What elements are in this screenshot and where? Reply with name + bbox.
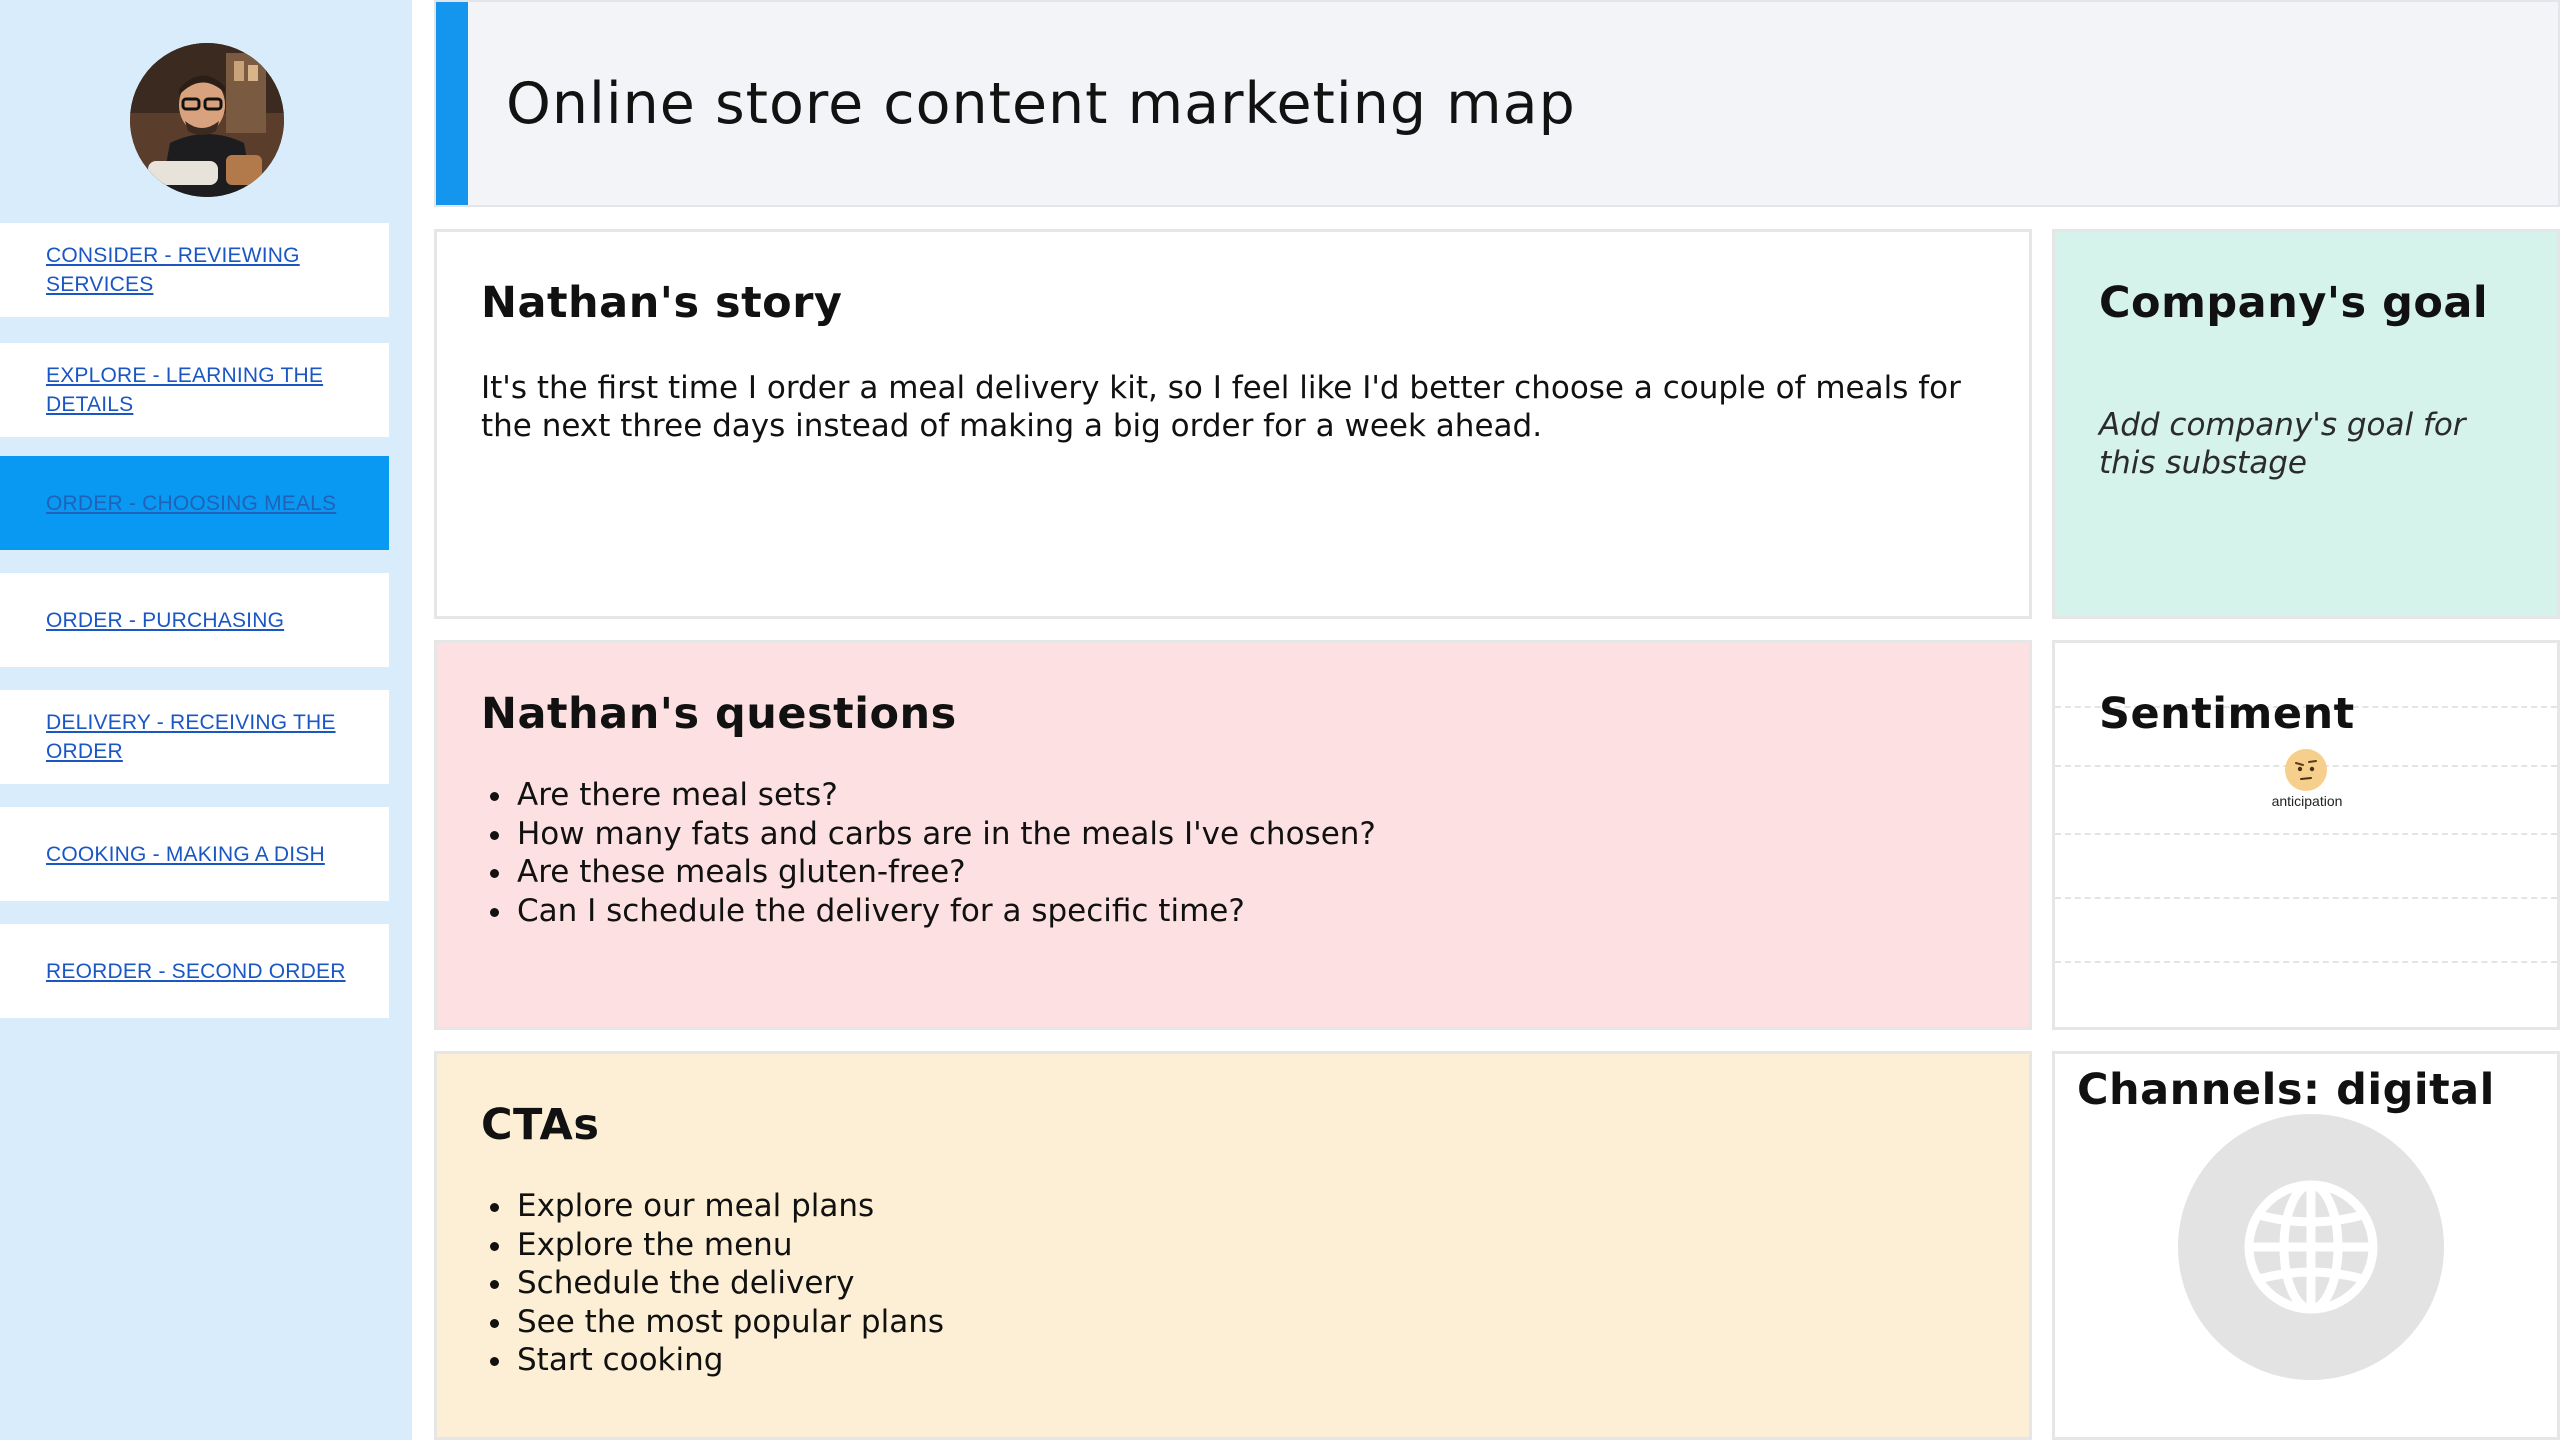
sidebar-item-delivery[interactable]: DELIVERY - RECEIVING THE ORDER [0,690,389,784]
list-item[interactable]: Schedule the delivery [515,1264,944,1303]
sentiment-label: anticipation [2271,793,2343,809]
ctas-title: CTAs [481,1100,600,1150]
list-item[interactable]: Explore our meal plans [515,1187,944,1226]
globe-icon[interactable] [2178,1114,2444,1380]
sidebar: CONSIDER - REVIEWING SERVICES EXPLORE - … [0,0,412,1440]
questions-list: Are there meal sets? How many fats and c… [481,776,1376,930]
sentiment-grid-line [2055,897,2557,899]
sidebar-item-explore[interactable]: EXPLORE - LEARNING THE DETAILS [0,343,389,437]
anticipation-face-icon[interactable] [2285,749,2327,791]
list-item[interactable]: See the most popular plans [515,1303,944,1342]
company-goal-card: Company's goal Add company's goal for th… [2052,229,2560,619]
goal-title: Company's goal [2099,278,2489,328]
list-item[interactable]: Start cooking [515,1341,944,1380]
list-item[interactable]: How many fats and carbs are in the meals… [515,815,1376,854]
story-text[interactable]: It's the first time I order a meal deliv… [481,369,2001,445]
story-card: Nathan's story It's the first time I ord… [434,229,2032,619]
list-item[interactable]: Are these meals gluten-free? [515,853,1376,892]
channels-card: Channels: digital [2052,1051,2560,1440]
list-item[interactable]: Explore the menu [515,1226,944,1265]
sidebar-item-cooking[interactable]: COOKING - MAKING A DISH [0,807,389,901]
questions-card: Nathan's questions Are there meal sets? … [434,640,2032,1030]
sentiment-title: Sentiment [2099,689,2355,739]
sidebar-item-order-purchasing[interactable]: ORDER - PURCHASING [0,573,389,667]
list-item[interactable]: Are there meal sets? [515,776,1376,815]
ctas-list: Explore our meal plans Explore the menu … [481,1187,944,1380]
ctas-card: CTAs Explore our meal plans Explore the … [434,1051,2032,1440]
header-accent-bar [436,2,468,205]
sidebar-item-order-choosing-meals[interactable]: ORDER - CHOOSING MEALS [0,456,389,550]
story-title: Nathan's story [481,278,843,328]
list-item[interactable]: Can I schedule the delivery for a specif… [515,892,1376,931]
page-title: Online store content marketing map [506,70,1576,137]
sidebar-item-consider[interactable]: CONSIDER - REVIEWING SERVICES [0,223,389,317]
sentiment-card: Sentiment anticipation [2052,640,2560,1030]
page-header: Online store content marketing map [434,0,2560,207]
channels-title: Channels: digital [2077,1065,2495,1115]
persona-avatar [130,43,284,197]
persona-photo [130,43,284,197]
sidebar-item-reorder[interactable]: REORDER - SECOND ORDER [0,924,389,1018]
sentiment-grid-line [2055,833,2557,835]
questions-title: Nathan's questions [481,689,957,739]
sentiment-grid-line [2055,961,2557,963]
goal-placeholder[interactable]: Add company's goal for this substage [2099,406,2519,482]
